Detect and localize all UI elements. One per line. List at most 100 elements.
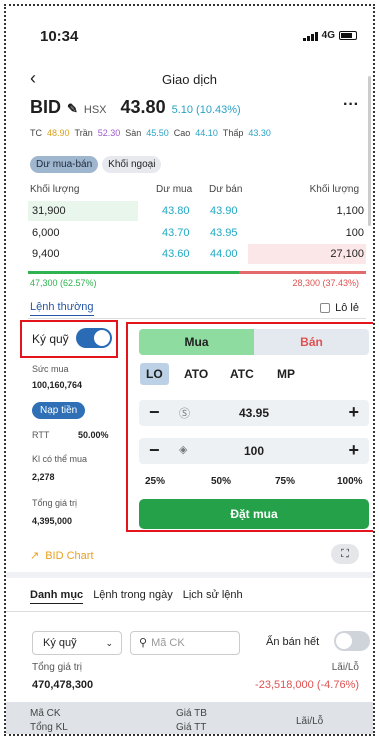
- symbol-search-input[interactable]: ⚲ Mã CK: [130, 631, 240, 655]
- ref-value: 48.90: [47, 128, 70, 138]
- buy-tab[interactable]: Mua: [139, 329, 254, 355]
- price-increase-button[interactable]: +: [348, 402, 359, 423]
- reference-prices: TC 48.90 Trần 52.30 Sàn 45.50 Cao 44.10 Thấp…: [30, 128, 271, 138]
- col-volume: Tổng KL: [30, 722, 68, 733]
- odd-lot-checkbox[interactable]: [320, 303, 331, 313]
- page-title: Giao dịch: [162, 72, 217, 87]
- header-bid: Dư mua: [156, 184, 193, 195]
- purchasing-power-label: Sức mua: [32, 364, 69, 374]
- scrollbar[interactable]: [368, 76, 371, 226]
- col-current-price: Giá TT: [176, 722, 207, 733]
- deposit-button[interactable]: Nạp tiền: [32, 402, 86, 419]
- tab-order-history[interactable]: Lịch sử lệnh: [183, 589, 243, 604]
- search-placeholder: Mã CK: [151, 637, 185, 649]
- percent-25[interactable]: 25%: [145, 476, 165, 487]
- odd-lot-label: Lô lẻ: [335, 302, 359, 314]
- tab-today-orders[interactable]: Lệnh trong ngày: [93, 589, 173, 604]
- order-type-ato[interactable]: ATO: [184, 363, 208, 385]
- orderbook-row[interactable]: 6,000 43.70 43.95 100: [28, 223, 366, 243]
- buy-total: 47,300 (62.57%): [30, 278, 97, 288]
- ref-label: TC: [30, 128, 42, 138]
- col-avg-price: Giá TB: [176, 708, 207, 719]
- more-icon[interactable]: ···: [343, 96, 359, 114]
- stock-exchange: HSX: [83, 104, 107, 116]
- sell-ratio-bar: [239, 271, 366, 274]
- status-time: 10:34: [40, 28, 79, 45]
- col-pl: Lãi/Lỗ: [296, 716, 324, 727]
- bid-price[interactable]: 43.80: [162, 205, 190, 217]
- price-input[interactable]: 43.95: [139, 406, 369, 420]
- stock-change: 5.10 (10.43%): [171, 104, 241, 116]
- tab-portfolio[interactable]: Danh mục: [30, 589, 84, 604]
- hide-sold-label: Ẩn bán hết: [266, 636, 320, 648]
- divider: [28, 318, 366, 319]
- odd-lot-option[interactable]: Lô lẻ: [320, 302, 359, 314]
- ask-price[interactable]: 43.90: [210, 205, 238, 217]
- total-value: 4,395,000: [32, 516, 73, 526]
- margin-label: Ký quỹ: [32, 332, 69, 346]
- portfolio-total-value: 470,478,300: [32, 679, 94, 691]
- header-sell-volume: Khối lượng: [309, 184, 359, 195]
- chip-bid-ask[interactable]: Dư mua-bán: [30, 156, 99, 173]
- trend-icon: ↗: [30, 550, 40, 562]
- signal-icon: [302, 31, 318, 41]
- edit-icon[interactable]: ✎: [67, 101, 78, 117]
- order-type-atc[interactable]: ATC: [230, 363, 254, 385]
- status-indicators: 4G: [302, 30, 357, 41]
- stock-symbol[interactable]: BID: [30, 97, 61, 118]
- expand-icon[interactable]: ⛶: [331, 544, 359, 564]
- network-label: 4G: [321, 30, 335, 41]
- total-value-label: Tổng giá trị: [32, 498, 78, 508]
- stock-price: 43.80: [120, 97, 166, 117]
- bid-price[interactable]: 43.70: [162, 227, 190, 239]
- portfolio-tabs: Danh mục Lệnh trong ngày Lịch sử lệnh: [30, 589, 243, 604]
- max-buy-label: Kl có thể mua: [32, 454, 88, 464]
- percent-100[interactable]: 100%: [337, 476, 363, 487]
- phone-frame: 10:34 4G ‹ Giao dịch BID ✎ HSX 43.80 5.1…: [4, 4, 375, 736]
- section-separator: [6, 572, 373, 578]
- ask-price[interactable]: 44.00: [210, 248, 238, 260]
- sell-qty: 100: [345, 227, 364, 239]
- chevron-down-icon: ⌄: [105, 638, 113, 648]
- ask-price[interactable]: 43.95: [210, 227, 238, 239]
- sell-total: 28,300 (37.43%): [292, 278, 359, 288]
- portfolio-pl-value: -23,518,000 (-4.76%): [255, 679, 359, 691]
- rtt-value: 50.00%: [78, 430, 109, 440]
- buy-qty: 31,900: [32, 205, 66, 217]
- max-buy-value: 2,278: [32, 472, 55, 482]
- battery-icon: [339, 31, 357, 40]
- search-icon: ⚲: [139, 637, 148, 649]
- floor-value: 45.50: [146, 128, 169, 138]
- percent-50[interactable]: 50%: [211, 476, 231, 487]
- portfolio-total-label: Tổng giá trị: [32, 662, 83, 673]
- order-mode-tab[interactable]: Lệnh thường: [30, 301, 94, 316]
- place-buy-order-button[interactable]: Đặt mua: [139, 499, 369, 529]
- chip-foreign[interactable]: Khối ngoại: [102, 156, 162, 173]
- orderbook-row[interactable]: 9,400 43.60 44.00 27,100: [28, 244, 366, 264]
- quantity-stepper: − ◈ 100 +: [139, 438, 369, 464]
- chart-link[interactable]: ↗ BID Chart: [30, 549, 94, 563]
- purchasing-power-value: 100,160,764: [32, 380, 83, 390]
- account-select-value: Ký quỹ: [43, 637, 77, 649]
- order-type-lo[interactable]: LO: [140, 363, 169, 385]
- price-stepper: − Ⓢ 43.95 +: [139, 400, 369, 426]
- hide-sold-toggle[interactable]: [334, 631, 370, 651]
- chart-link-label: BID Chart: [45, 549, 94, 562]
- quantity-increase-button[interactable]: +: [348, 440, 359, 461]
- account-select[interactable]: Ký quỹ ⌄: [32, 631, 122, 655]
- sell-qty: 27,100: [330, 248, 364, 260]
- order-type-mp[interactable]: MP: [277, 363, 295, 385]
- orderbook-row[interactable]: 31,900 43.80 43.90 1,100: [28, 201, 366, 221]
- floor-label: Sàn: [125, 128, 142, 138]
- sell-tab[interactable]: Bán: [254, 329, 369, 355]
- quantity-input[interactable]: 100: [139, 444, 369, 458]
- header-buy-volume: Khối lượng: [30, 184, 80, 195]
- rtt-label: RTT: [32, 430, 50, 440]
- buy-sell-switch: Mua Bán: [139, 329, 369, 355]
- bid-price[interactable]: 43.60: [162, 248, 190, 260]
- high-value: 44.10: [195, 128, 218, 138]
- low-label: Thấp: [222, 128, 244, 138]
- percent-75[interactable]: 75%: [275, 476, 295, 487]
- margin-toggle[interactable]: [76, 328, 112, 348]
- ceiling-value: 52.30: [97, 128, 121, 138]
